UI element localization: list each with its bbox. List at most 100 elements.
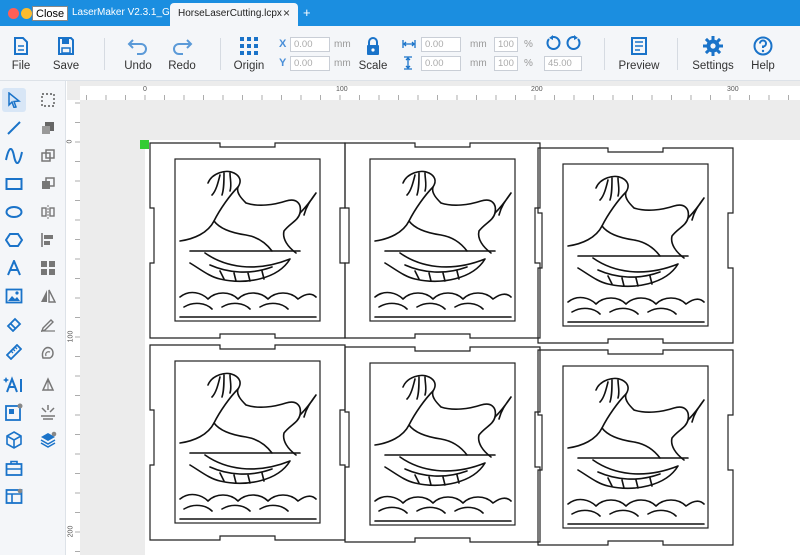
laser-panel[interactable]	[344, 346, 541, 543]
width-input[interactable]: 0.00	[421, 37, 461, 52]
ruler-top-ticks	[86, 95, 789, 100]
work-sheet[interactable]	[145, 140, 800, 555]
align-tool[interactable]	[36, 228, 60, 252]
preview-button[interactable]: Preview	[616, 36, 662, 72]
mirror-tool[interactable]	[36, 200, 60, 224]
select-tool[interactable]	[2, 88, 26, 112]
mirror-icon	[41, 205, 55, 219]
ellipse-tool[interactable]	[2, 200, 26, 224]
help-label: Help	[751, 60, 775, 72]
eraser-tool[interactable]	[2, 312, 26, 336]
flip-tool[interactable]	[36, 284, 60, 308]
settings-button[interactable]: Settings	[691, 36, 735, 72]
template-window-icon	[5, 488, 23, 504]
tab-close-icon[interactable]: ×	[283, 6, 290, 20]
redo-button[interactable]: Redo	[166, 36, 198, 72]
toolbox-tool[interactable]	[2, 456, 26, 480]
ruler-left-label: 200	[67, 525, 75, 538]
image-icon	[5, 288, 23, 304]
layers-stack-icon	[42, 122, 54, 134]
offset-tool[interactable]	[36, 400, 60, 424]
file-button[interactable]: File	[8, 36, 34, 72]
laser-panel[interactable]	[149, 142, 346, 339]
design-panels[interactable]	[145, 140, 800, 555]
file-icon	[14, 37, 28, 55]
eraser-icon	[6, 317, 22, 332]
help-button[interactable]: Help	[748, 36, 778, 72]
arrange-tool[interactable]	[36, 116, 60, 140]
x-label: X	[279, 38, 287, 50]
height-percent-input[interactable]: 100	[494, 56, 518, 71]
union-tool[interactable]	[36, 144, 60, 168]
toolbox-icon	[5, 460, 23, 476]
origin-button[interactable]: Origin	[230, 36, 268, 72]
height-input[interactable]: 0.00	[421, 56, 461, 71]
line-tool[interactable]	[2, 116, 26, 140]
origin-grid-icon	[240, 37, 258, 55]
save-button[interactable]: Save	[50, 36, 82, 72]
template-tool[interactable]	[2, 484, 26, 508]
laser-panel[interactable]	[149, 344, 346, 541]
measure-tool[interactable]	[2, 340, 26, 364]
ellipse-icon	[5, 206, 23, 218]
laser-panel[interactable]	[537, 349, 734, 546]
toolbar-separator	[220, 38, 221, 70]
scale-label: Scale	[358, 60, 388, 72]
new-tab-button[interactable]: +	[303, 5, 311, 20]
laser-panel[interactable]	[344, 142, 541, 339]
select-arrow-icon	[8, 92, 21, 108]
edit-node-tool[interactable]	[36, 312, 60, 336]
preview-label: Preview	[618, 60, 660, 72]
text-tool[interactable]	[2, 256, 26, 280]
close-tooltip: Close	[32, 6, 69, 21]
align-left-icon	[41, 233, 53, 247]
3d-box-tool[interactable]	[2, 428, 26, 452]
flip-triangles-icon	[41, 289, 56, 303]
tab-horse-laser-cutting[interactable]: HorseLaserCutting.lcpx ×	[170, 3, 298, 26]
origin-label: Origin	[233, 60, 265, 72]
toolbar-separator	[104, 38, 105, 70]
layer-tool[interactable]	[36, 428, 60, 452]
dashed-rectangle-icon	[41, 93, 55, 107]
undo-icon	[127, 39, 147, 55]
rectangle-tool[interactable]	[2, 172, 26, 196]
rotate-right-icon[interactable]	[566, 35, 582, 51]
width-percent-input[interactable]: 100	[494, 37, 518, 52]
rotate-left-icon[interactable]	[545, 35, 561, 51]
select-area-tool[interactable]	[36, 88, 60, 112]
minimize-window-icon[interactable]	[21, 8, 32, 19]
tool-palette	[0, 81, 66, 555]
laser-tool[interactable]	[36, 372, 60, 396]
preview-icon	[631, 37, 647, 55]
undo-button[interactable]: Undo	[121, 36, 155, 72]
scale-lock-button[interactable]: Scale	[358, 36, 388, 72]
array-tool[interactable]	[36, 256, 60, 280]
ai-tool[interactable]	[2, 372, 26, 396]
image-tool[interactable]	[2, 284, 26, 308]
x-input[interactable]: 0.00	[290, 37, 330, 52]
qr-tool[interactable]	[2, 400, 26, 424]
redo-label: Redo	[168, 60, 196, 72]
settings-label: Settings	[692, 60, 734, 72]
y-input[interactable]: 0.00	[290, 56, 330, 71]
y-unit: mm	[334, 58, 351, 69]
subtract-tool[interactable]	[36, 172, 60, 196]
qr-box-icon	[5, 403, 23, 421]
origin-handle[interactable]	[140, 140, 149, 149]
ruler-top-label: 100	[336, 86, 348, 93]
fill-shape-icon	[41, 346, 54, 359]
curve-tool[interactable]	[2, 144, 26, 168]
width-percent-sign: %	[524, 39, 533, 50]
stacked-layers-icon	[40, 431, 57, 448]
rotate-angle-input[interactable]: 45.00	[544, 56, 582, 71]
gear-icon	[703, 36, 723, 56]
undo-label: Undo	[124, 60, 152, 72]
close-window-icon[interactable]	[8, 8, 19, 19]
polygon-tool[interactable]	[2, 228, 26, 252]
width-icon	[402, 40, 416, 48]
help-icon	[753, 36, 773, 56]
laser-panel[interactable]	[537, 147, 734, 344]
ruler-top: 0 100 200 300	[80, 86, 800, 100]
ruler-left: 0 100 200	[66, 100, 80, 555]
fill-tool[interactable]	[36, 340, 60, 364]
